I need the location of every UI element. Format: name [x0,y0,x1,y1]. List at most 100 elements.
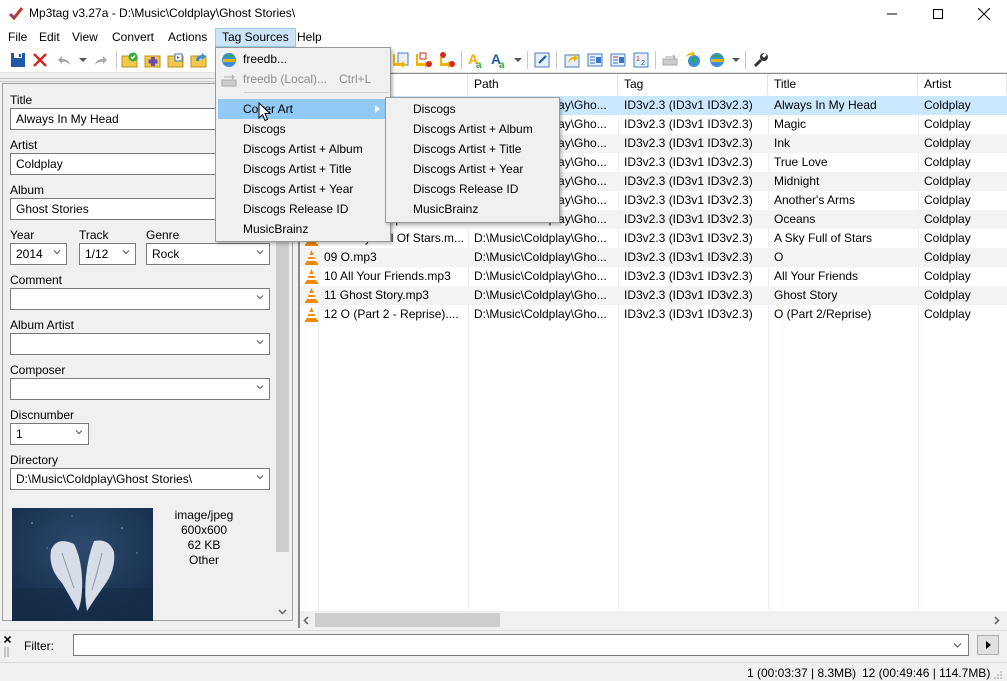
folder-playlist-icon[interactable] [609,51,627,69]
track-combo[interactable]: 1/12 [79,243,136,265]
minimize-button[interactable] [869,0,915,28]
undo-dropdown-icon[interactable] [79,58,87,62]
redo-icon[interactable] [92,51,110,69]
menu-convert[interactable]: Convert [106,28,160,47]
column-header-tag[interactable]: Tag [618,74,768,95]
cell-tag: ID3v2.3 (ID3v1 ID3v2.3) [624,307,753,321]
freedb-local-icon[interactable] [661,51,679,69]
scroll-right-icon[interactable] [994,616,1000,625]
close-button[interactable] [961,0,1007,28]
menu-item-discogs-release-id[interactable]: Discogs Release ID [243,199,348,219]
filename-to-tag-icon[interactable] [392,51,410,69]
status-total: 12 (00:49:46 | 114.7MB) [862,666,991,680]
table-row[interactable]: 12 O (Part 2 - Reprise).... D:\Music\Cold… [300,305,1007,324]
comment-combo[interactable] [10,288,270,310]
scroll-left-icon[interactable] [303,616,309,625]
open-playlist-icon[interactable] [167,51,185,69]
cell-path: D:\Music\Coldplay\Gho... [474,288,607,302]
menu-item-discogs-artist-album[interactable]: Discogs Artist + Album [243,139,363,159]
play-icon [986,641,991,649]
save-icon[interactable] [9,51,27,69]
cell-path: D:\Music\Coldplay\Gho... [474,269,607,283]
extended-tags-icon[interactable] [533,51,551,69]
tag-to-filename-icon[interactable] [415,51,433,69]
artist-label: Artist [10,138,38,152]
menu-item-cover-art[interactable]: Cover Art [218,99,388,119]
cell-artist: Coldplay [924,269,971,283]
status-bar: 1 (00:03:37 | 8.3MB) 12 (00:49:46 | 114.… [0,662,1007,681]
freedb-icon[interactable] [684,51,702,69]
submenu-item-discogs[interactable]: Discogs [413,99,456,119]
menu-item-freedb-local[interactable]: freedb (Local)... [243,69,333,89]
cell-title: O (Part 2/Reprise) [774,307,872,321]
table-row[interactable]: 08 A Sky Full Of Stars.m... D:\Music\Cold… [300,229,1007,248]
composer-combo[interactable] [10,378,270,400]
table-row[interactable]: 10 All Your Friends.mp3 D:\Music\Coldplay… [300,267,1007,286]
case-conversion-icon[interactable]: Aa [467,51,485,69]
add-directory-icon[interactable] [144,51,162,69]
table-row[interactable]: 09 O.mp3 D:\Music\Coldplay\Gho... ID3v2.3 … [300,248,1007,267]
options-icon[interactable] [752,51,770,69]
resize-grip-icon[interactable] [993,670,1003,680]
playlist-icon[interactable] [586,51,604,69]
menu-file[interactable]: File [2,28,33,47]
cover-art-submenu: Discogs Discogs Artist + Album Discogs A… [385,97,560,223]
column-header-title[interactable]: Title [768,74,918,95]
year-label: Year [10,228,35,242]
submenu-item-discogs-artist-title[interactable]: Discogs Artist + Title [413,139,521,159]
chevron-down-icon [256,250,264,255]
submenu-item-discogs-artist-year[interactable]: Discogs Artist + Year [413,159,523,179]
menu-item-musicbrainz[interactable]: MusicBrainz [243,219,308,239]
export-icon[interactable] [563,51,581,69]
grip-icon[interactable] [4,647,9,657]
cover-art-image[interactable] [12,508,153,621]
menu-item-discogs[interactable]: Discogs [243,119,286,139]
column-header-artist[interactable]: Artist [918,74,1007,95]
scroll-down-icon[interactable] [278,609,287,615]
tag-to-tag-icon[interactable] [438,51,456,69]
menu-actions[interactable]: Actions [162,28,213,47]
cell-tag: ID3v2.3 (ID3v1 ID3v2.3) [624,155,753,169]
cell-artist: Coldplay [924,231,971,245]
cell-tag: ID3v2.3 (ID3v1 ID3v2.3) [624,136,753,150]
remove-tag-icon[interactable] [31,51,49,69]
file-list-header: Path Tag Title Artist [300,74,1007,95]
column-header-path[interactable]: Path [468,74,618,95]
undo-icon[interactable] [55,51,73,69]
menu-item-discogs-artist-title[interactable]: Discogs Artist + Title [243,159,351,179]
reload-icon[interactable] [190,51,208,69]
discnumber-combo[interactable]: 1 [10,423,89,445]
year-combo[interactable]: 2014 [10,243,67,265]
maximize-button[interactable] [915,0,961,28]
chevron-down-icon[interactable] [953,641,962,649]
autonumber-icon[interactable]: 12 [632,51,650,69]
submenu-item-discogs-release-id[interactable]: Discogs Release ID [413,179,518,199]
cell-tag: ID3v2.3 (ID3v1 ID3v2.3) [624,231,753,245]
filter-apply-button[interactable] [977,635,999,655]
genre-combo[interactable]: Rock [146,243,270,265]
actions-icon[interactable]: Aa [490,51,508,69]
filter-input[interactable] [73,634,969,656]
file-list-hscrollbar-thumb[interactable] [315,613,500,627]
menu-edit[interactable]: Edit [33,28,66,47]
album-artist-combo[interactable] [10,333,270,355]
title-label: Title [10,93,33,107]
close-filter-icon[interactable] [4,636,11,643]
change-directory-icon[interactable] [121,51,139,69]
album-artist-label: Album Artist [10,318,75,332]
tag-sources-dropdown-icon[interactable] [732,58,740,62]
submenu-item-discogs-artist-album[interactable]: Discogs Artist + Album [413,119,533,139]
menu-view[interactable]: View [66,28,104,47]
table-row[interactable]: 11 Ghost Story.mp3 D:\Music\Coldplay\Gho.… [300,286,1007,305]
directory-combo[interactable]: D:\Music\Coldplay\Ghost Stories\ [10,468,270,490]
menu-item-freedb[interactable]: freedb... [243,49,383,69]
menu-help[interactable]: Help [291,28,328,47]
discnumber-label: Discnumber [10,408,75,422]
actions-dropdown-icon[interactable] [514,58,522,62]
tag-sources-icon[interactable] [708,51,726,69]
menu-tag-sources[interactable]: Tag Sources [215,28,296,47]
menu-item-discogs-artist-year[interactable]: Discogs Artist + Year [243,179,353,199]
cell-title: Oceans [774,212,816,226]
cell-tag: ID3v2.3 (ID3v1 ID3v2.3) [624,193,753,207]
submenu-item-musicbrainz[interactable]: MusicBrainz [413,199,478,219]
